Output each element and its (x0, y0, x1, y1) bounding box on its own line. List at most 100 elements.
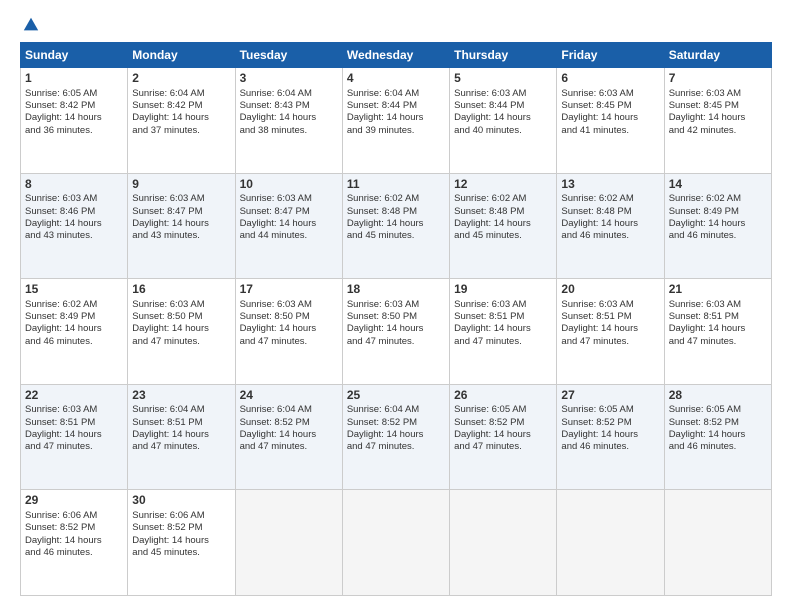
day-number: 13 (561, 177, 659, 193)
calendar-cell: 21Sunrise: 6:03 AMSunset: 8:51 PMDayligh… (664, 279, 771, 385)
day-info: and 45 minutes. (132, 547, 230, 559)
day-info: and 47 minutes. (132, 441, 230, 453)
day-info: Sunset: 8:46 PM (25, 206, 123, 218)
day-number: 17 (240, 282, 338, 298)
day-info: and 46 minutes. (25, 336, 123, 348)
day-number: 6 (561, 71, 659, 87)
day-info: Sunset: 8:51 PM (669, 311, 767, 323)
calendar-cell: 13Sunrise: 6:02 AMSunset: 8:48 PMDayligh… (557, 173, 664, 279)
day-info: and 44 minutes. (240, 230, 338, 242)
day-info: Sunset: 8:52 PM (454, 417, 552, 429)
calendar-header-saturday: Saturday (664, 43, 771, 68)
day-number: 29 (25, 493, 123, 509)
calendar-cell (450, 490, 557, 596)
day-info: Sunset: 8:42 PM (25, 100, 123, 112)
calendar-cell: 22Sunrise: 6:03 AMSunset: 8:51 PMDayligh… (21, 384, 128, 490)
day-info: Sunset: 8:50 PM (240, 311, 338, 323)
calendar-cell: 5Sunrise: 6:03 AMSunset: 8:44 PMDaylight… (450, 68, 557, 174)
day-info: Sunrise: 6:03 AM (25, 193, 123, 205)
day-info: Sunset: 8:44 PM (347, 100, 445, 112)
calendar-cell (342, 490, 449, 596)
day-number: 23 (132, 388, 230, 404)
day-info: Sunset: 8:52 PM (25, 522, 123, 534)
day-info: Daylight: 14 hours (454, 112, 552, 124)
day-info: and 47 minutes. (454, 441, 552, 453)
day-info: Sunrise: 6:04 AM (132, 88, 230, 100)
day-info: Sunrise: 6:03 AM (25, 404, 123, 416)
day-number: 18 (347, 282, 445, 298)
day-info: Sunrise: 6:02 AM (669, 193, 767, 205)
calendar-cell (557, 490, 664, 596)
calendar-week-2: 8Sunrise: 6:03 AMSunset: 8:46 PMDaylight… (21, 173, 772, 279)
day-number: 28 (669, 388, 767, 404)
day-info: Daylight: 14 hours (561, 429, 659, 441)
day-info: and 46 minutes. (669, 230, 767, 242)
calendar-cell: 3Sunrise: 6:04 AMSunset: 8:43 PMDaylight… (235, 68, 342, 174)
day-info: Daylight: 14 hours (25, 429, 123, 441)
calendar-cell: 24Sunrise: 6:04 AMSunset: 8:52 PMDayligh… (235, 384, 342, 490)
calendar-week-4: 22Sunrise: 6:03 AMSunset: 8:51 PMDayligh… (21, 384, 772, 490)
day-info: and 47 minutes. (561, 336, 659, 348)
day-info: Sunrise: 6:03 AM (669, 299, 767, 311)
day-number: 14 (669, 177, 767, 193)
calendar-cell: 1Sunrise: 6:05 AMSunset: 8:42 PMDaylight… (21, 68, 128, 174)
day-info: Daylight: 14 hours (347, 112, 445, 124)
day-info: Sunrise: 6:02 AM (347, 193, 445, 205)
day-info: Sunset: 8:51 PM (561, 311, 659, 323)
day-info: Sunrise: 6:04 AM (132, 404, 230, 416)
day-info: Daylight: 14 hours (132, 218, 230, 230)
day-info: and 47 minutes. (669, 336, 767, 348)
calendar-cell: 4Sunrise: 6:04 AMSunset: 8:44 PMDaylight… (342, 68, 449, 174)
day-info: Sunrise: 6:05 AM (25, 88, 123, 100)
day-info: Sunset: 8:45 PM (561, 100, 659, 112)
day-info: and 40 minutes. (454, 125, 552, 137)
day-info: Sunset: 8:51 PM (25, 417, 123, 429)
day-info: Sunset: 8:50 PM (347, 311, 445, 323)
calendar-week-5: 29Sunrise: 6:06 AMSunset: 8:52 PMDayligh… (21, 490, 772, 596)
day-info: Daylight: 14 hours (669, 112, 767, 124)
day-info: and 38 minutes. (240, 125, 338, 137)
calendar-cell: 23Sunrise: 6:04 AMSunset: 8:51 PMDayligh… (128, 384, 235, 490)
day-info: Daylight: 14 hours (561, 112, 659, 124)
day-info: Sunset: 8:44 PM (454, 100, 552, 112)
calendar-header-row: SundayMondayTuesdayWednesdayThursdayFrid… (21, 43, 772, 68)
calendar-cell: 20Sunrise: 6:03 AMSunset: 8:51 PMDayligh… (557, 279, 664, 385)
day-info: and 37 minutes. (132, 125, 230, 137)
day-info: Sunset: 8:52 PM (132, 522, 230, 534)
day-number: 24 (240, 388, 338, 404)
day-number: 16 (132, 282, 230, 298)
day-info: Daylight: 14 hours (25, 218, 123, 230)
page: SundayMondayTuesdayWednesdayThursdayFrid… (0, 0, 792, 612)
day-info: Daylight: 14 hours (454, 323, 552, 335)
day-info: Sunrise: 6:03 AM (561, 88, 659, 100)
day-info: Daylight: 14 hours (669, 323, 767, 335)
calendar-cell: 17Sunrise: 6:03 AMSunset: 8:50 PMDayligh… (235, 279, 342, 385)
day-info: Sunrise: 6:03 AM (132, 193, 230, 205)
day-info: Daylight: 14 hours (669, 218, 767, 230)
day-info: and 45 minutes. (454, 230, 552, 242)
calendar-cell: 12Sunrise: 6:02 AMSunset: 8:48 PMDayligh… (450, 173, 557, 279)
day-info: and 47 minutes. (25, 441, 123, 453)
calendar-week-1: 1Sunrise: 6:05 AMSunset: 8:42 PM Daylight… (21, 68, 772, 174)
day-number: 8 (25, 177, 123, 193)
day-info: and 46 minutes. (561, 230, 659, 242)
day-number: 15 (25, 282, 123, 298)
day-number: 27 (561, 388, 659, 404)
day-number: 2 (132, 71, 230, 87)
day-number: 1 (25, 71, 123, 87)
logo-text (20, 16, 40, 34)
calendar-cell: 14Sunrise: 6:02 AMSunset: 8:49 PMDayligh… (664, 173, 771, 279)
calendar-cell: 30Sunrise: 6:06 AMSunset: 8:52 PMDayligh… (128, 490, 235, 596)
day-info: Daylight: 14 hours (347, 218, 445, 230)
day-info: and 47 minutes. (347, 441, 445, 453)
calendar-cell: 7Sunrise: 6:03 AMSunset: 8:45 PMDaylight… (664, 68, 771, 174)
day-info: and 42 minutes. (669, 125, 767, 137)
day-number: 26 (454, 388, 552, 404)
day-info: and 46 minutes. (669, 441, 767, 453)
day-number: 7 (669, 71, 767, 87)
calendar-header-tuesday: Tuesday (235, 43, 342, 68)
day-info: Daylight: 14 hours (347, 429, 445, 441)
day-info: and 47 minutes. (240, 336, 338, 348)
day-info: Daylight: 14 hours (25, 323, 123, 335)
day-info: Daylight: 14 hours (240, 112, 338, 124)
